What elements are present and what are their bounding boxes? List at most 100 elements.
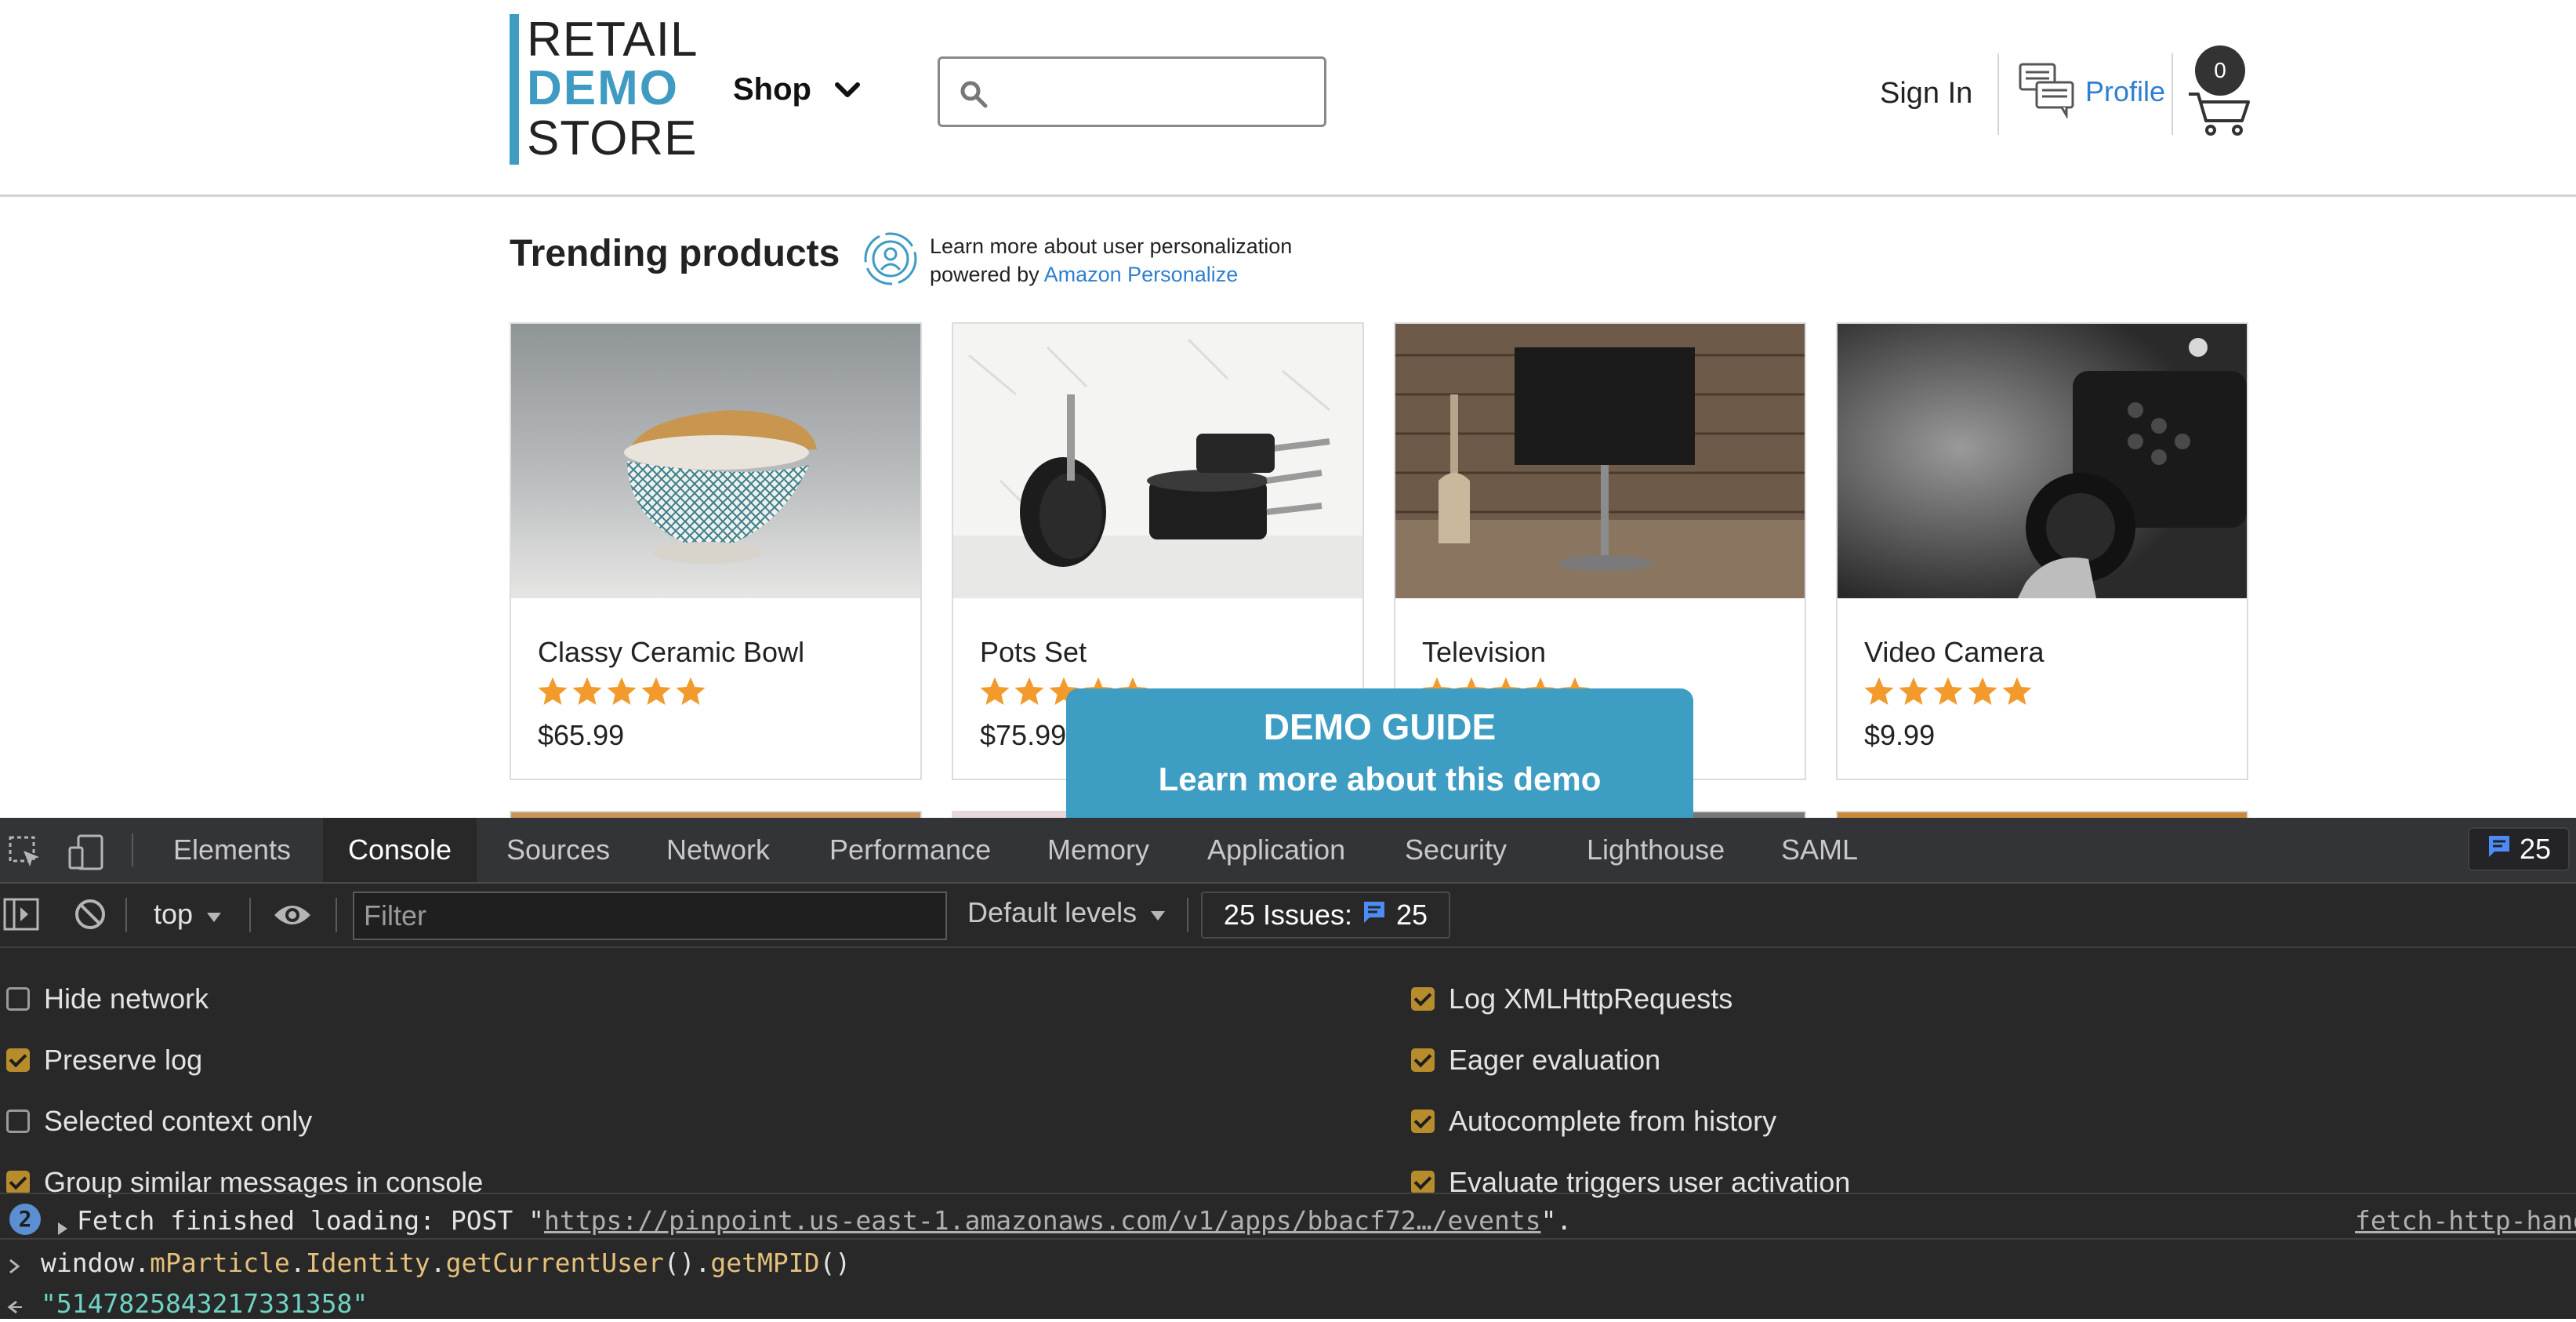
star-icon — [605, 675, 638, 710]
log-url-link[interactable]: https://pinpoint.us-east-1.amazonaws.com… — [544, 1205, 1541, 1236]
toolbar-separator — [125, 898, 127, 932]
caret-down-icon — [1149, 896, 1166, 929]
issues-button[interactable]: 25 Issues: 25 — [1201, 892, 1450, 939]
tab-network[interactable]: Network — [666, 818, 770, 882]
expr-part: (). — [663, 1248, 711, 1278]
tab-console[interactable]: Console — [323, 818, 477, 882]
issues-button-count: 25 — [1396, 899, 1428, 931]
checkbox[interactable] — [1411, 1048, 1435, 1072]
checkbox[interactable] — [6, 987, 30, 1011]
setting-preserve-log[interactable]: Preserve log — [6, 1044, 202, 1077]
product-name[interactable]: Pots Set — [980, 636, 1087, 669]
log-levels-value: Default levels — [967, 896, 1137, 928]
star-icon — [536, 675, 569, 710]
star-icon — [674, 675, 707, 710]
expr-part: Identity — [305, 1248, 430, 1278]
personalize-line-1: Learn more about user personalization — [930, 234, 1293, 258]
retail-demo-store-logo[interactable]: RETAIL DEMO STORE — [510, 14, 698, 165]
product-card[interactable]: Video Camera $9.99 — [1836, 322, 2248, 780]
console-result-line: "5147825843217331358" — [0, 1279, 2576, 1321]
checkbox[interactable] — [1411, 987, 1435, 1011]
cart-count-badge: 0 — [2195, 45, 2245, 96]
eye-icon[interactable] — [273, 901, 312, 936]
setting-log-xmlhttprequests[interactable]: Log XMLHttpRequests — [1411, 982, 1732, 1015]
show-sidebar-icon[interactable] — [3, 898, 39, 938]
setting-hide-network[interactable]: Hide network — [6, 982, 209, 1015]
expr-part: window. — [41, 1248, 151, 1278]
issues-label: 25 Issues: — [1223, 899, 1353, 931]
checkbox[interactable] — [1411, 1110, 1435, 1133]
tab-sources[interactable]: Sources — [506, 818, 610, 882]
star-icon — [1897, 675, 1930, 710]
logo-bar — [510, 14, 519, 165]
star-icon — [2001, 675, 2034, 710]
product-price: $65.99 — [538, 719, 625, 751]
caret-down-icon — [205, 898, 223, 931]
log-source-link[interactable]: fetch-http-hand — [2355, 1205, 2576, 1236]
star-icon — [640, 675, 673, 710]
star-icon — [1932, 675, 1965, 710]
product-name[interactable]: Television — [1422, 636, 1546, 669]
demo-guide-subtitle: Learn more about this demo — [1158, 761, 1602, 797]
checkbox[interactable] — [6, 1048, 30, 1072]
chevron-down-icon — [834, 71, 861, 107]
shop-label: Shop — [733, 72, 811, 107]
product-name[interactable]: Video Camera — [1864, 636, 2044, 669]
issues-counter-button[interactable]: 25 — [2468, 827, 2570, 871]
header-divider — [1997, 53, 1999, 135]
expr-part: . — [430, 1248, 446, 1278]
checkbox[interactable] — [1411, 1171, 1435, 1194]
console-filter-input[interactable]: Filter — [353, 892, 947, 940]
tab-elements[interactable]: Elements — [149, 818, 315, 882]
tab-saml[interactable]: SAML — [1781, 818, 1858, 882]
logo-line-2: DEMO — [527, 61, 679, 115]
cart-button[interactable]: 0 — [2187, 45, 2250, 140]
store-header: RETAIL DEMO STORE Shop Sign In Profile 0 — [0, 0, 2576, 197]
sign-in-link[interactable]: Sign In — [1880, 77, 1972, 111]
context-value: top — [154, 898, 194, 930]
clear-console-icon[interactable] — [74, 898, 107, 938]
device-toolbar-icon[interactable] — [67, 834, 105, 878]
setting-eager-evaluation[interactable]: Eager evaluation — [1411, 1044, 1660, 1077]
devtools-panel: Elements Console Sources Network Perform… — [0, 818, 2576, 1319]
product-image-television[interactable] — [1395, 324, 1805, 598]
setting-label: Autocomplete from history — [1449, 1105, 1777, 1137]
shop-menu-button[interactable]: Shop — [733, 72, 861, 107]
tab-application[interactable]: Application — [1207, 818, 1345, 882]
product-price: $9.99 — [1864, 719, 1936, 751]
product-card[interactable]: Classy Ceramic Bowl $65.99 — [510, 322, 922, 780]
expr-part: getMPID — [710, 1248, 820, 1278]
profile-link[interactable]: Profile — [2018, 56, 2165, 127]
product-name[interactable]: Classy Ceramic Bowl — [538, 636, 804, 669]
log-levels-dropdown[interactable]: Default levels — [967, 896, 1166, 929]
personalize-prefix: powered by — [930, 263, 1044, 286]
tab-memory[interactable]: Memory — [1047, 818, 1149, 882]
inspect-element-icon[interactable] — [8, 835, 42, 877]
product-image-video-camera[interactable] — [1838, 324, 2247, 598]
star-icon — [978, 675, 1011, 710]
context-selector[interactable]: top — [154, 898, 223, 931]
console-input-line: window.mParticle.Identity.getCurrentUser… — [0, 1238, 2576, 1280]
star-icon — [571, 675, 604, 710]
chat-bubbles-icon — [2018, 62, 2077, 122]
devtools-tab-bar: Elements Console Sources Network Perform… — [0, 818, 2576, 884]
tab-lighthouse[interactable]: Lighthouse — [1587, 818, 1725, 882]
expr-part: getCurrentUser — [445, 1248, 664, 1278]
setting-label: Selected context only — [44, 1105, 313, 1137]
checkbox[interactable] — [6, 1171, 30, 1194]
console-input-expression[interactable]: window.mParticle.Identity.getCurrentUser… — [41, 1248, 851, 1278]
log-prefix: Fetch finished loading: POST " — [77, 1205, 545, 1236]
cart-icon — [2187, 89, 2251, 140]
console-message-log: 2 Fetch finished loading: POST "https://… — [0, 1196, 2576, 1240]
amazon-personalize-link[interactable]: Amazon Personalize — [1044, 263, 1239, 286]
tab-performance[interactable]: Performance — [829, 818, 991, 882]
product-image-ceramic-bowl[interactable] — [511, 324, 920, 598]
product-image-pots-set[interactable] — [953, 324, 1362, 598]
checkbox[interactable] — [6, 1110, 30, 1133]
search-input[interactable] — [938, 56, 1326, 127]
demo-guide-button[interactable]: DEMO GUIDE Learn more about this demo — [1066, 688, 1693, 822]
setting-autocomplete-history[interactable]: Autocomplete from history — [1411, 1105, 1776, 1138]
tab-security[interactable]: Security — [1405, 818, 1507, 882]
setting-selected-context-only[interactable]: Selected context only — [6, 1105, 312, 1138]
search-icon — [959, 79, 989, 113]
